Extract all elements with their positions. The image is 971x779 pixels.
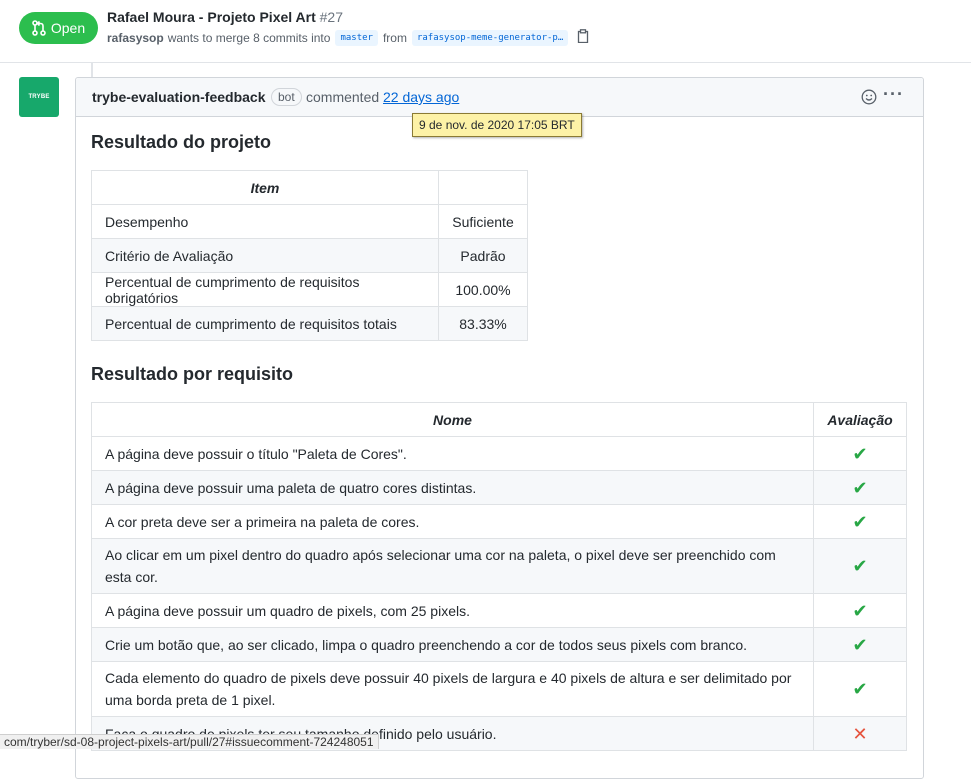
requirement-name: A página deve possuir uma paleta de quat…	[91, 470, 814, 505]
result-heading: Resultado do projeto	[91, 132, 271, 152]
head-branch[interactable]: rafasysop-meme-generator-p…	[411, 29, 569, 46]
bot-label: bot	[271, 88, 302, 106]
table-row: Desempenho Suficiente	[91, 204, 528, 239]
check-icon: ✔	[813, 627, 907, 662]
result-header-value	[438, 170, 528, 205]
table-row: Critério de Avaliação Padrão	[91, 238, 528, 273]
avatar[interactable]: TRYBE	[19, 77, 59, 117]
table-row: A página deve possuir um quadro de pixel…	[91, 593, 907, 628]
result-item: Critério de Avaliação	[91, 238, 439, 273]
result-header-item: Item	[91, 170, 439, 205]
cross-icon: ✕	[813, 716, 907, 751]
result-item: Percentual de cumprimento de requisitos …	[91, 272, 439, 307]
result-value: Padrão	[438, 238, 528, 273]
clipboard-icon[interactable]	[577, 29, 589, 46]
pr-number: #27	[319, 9, 343, 25]
requirements-header-name: Nome	[91, 402, 814, 437]
result-value: Suficiente	[438, 204, 528, 239]
result-item: Desempenho	[91, 204, 439, 239]
header-divider	[0, 62, 971, 63]
pr-state-label: Open	[50, 20, 86, 36]
table-row: Ao clicar em um pixel dentro do quadro a…	[91, 538, 907, 594]
timestamp-tooltip: 9 de nov. de 2020 17:05 BRT	[412, 113, 582, 137]
browser-status-bar: com/tryber/sd-08-project-pixels-art/pull…	[0, 734, 379, 749]
requirement-name: Crie um botão que, ao ser clicado, limpa…	[91, 627, 814, 662]
comment-timestamp-link[interactable]: 22 days ago	[383, 89, 459, 105]
requirements-table: Nome Avaliação A página deve possuir o t…	[91, 402, 907, 751]
more-options-icon[interactable]: ···	[883, 84, 904, 105]
table-row: A cor preta deve ser a primeira na palet…	[91, 504, 907, 539]
table-row: Crie um botão que, ao ser clicado, limpa…	[91, 627, 907, 662]
requirement-name: A página deve possuir o título "Paleta d…	[91, 436, 814, 471]
table-row: A página deve possuir o título "Paleta d…	[91, 436, 907, 471]
table-row: Percentual de cumprimento de requisitos …	[91, 272, 528, 307]
table-row: A página deve possuir uma paleta de quat…	[91, 470, 907, 505]
requirements-heading: Resultado por requisito	[91, 364, 294, 384]
check-icon: ✔	[813, 504, 907, 539]
requirements-header-evaluation: Avaliação	[813, 402, 907, 437]
result-table: Item Desempenho Suficiente Critério de A…	[91, 170, 528, 341]
check-icon: ✔	[813, 661, 907, 717]
requirement-name: A cor preta deve ser a primeira na palet…	[91, 504, 814, 539]
timeline-line	[91, 63, 93, 77]
pr-author-link[interactable]: rafasysop	[107, 31, 164, 45]
requirement-name: Ao clicar em um pixel dentro do quadro a…	[91, 538, 814, 594]
check-icon: ✔	[813, 538, 907, 594]
pr-meta: rafasysop wants to merge 8 commits into …	[107, 29, 589, 46]
result-value: 100.00%	[438, 272, 528, 307]
comment-header: trybe-evaluation-feedback bot commented …	[76, 78, 923, 117]
check-icon: ✔	[813, 593, 907, 628]
pr-state-badge: Open	[19, 12, 98, 44]
result-value: 83.33%	[438, 306, 528, 341]
pr-title-text: Rafael Moura - Projeto Pixel Art	[107, 9, 316, 25]
pr-title: Rafael Moura - Projeto Pixel Art #27	[107, 9, 343, 25]
requirement-name: Cada elemento do quadro de pixels deve p…	[91, 661, 814, 717]
commented-text: commented	[306, 89, 380, 105]
check-icon: ✔	[813, 470, 907, 505]
smiley-icon[interactable]	[861, 89, 877, 110]
result-item: Percentual de cumprimento de requisitos …	[91, 306, 439, 341]
base-branch[interactable]: master	[335, 29, 378, 46]
git-pull-request-icon	[32, 20, 46, 36]
check-icon: ✔	[813, 436, 907, 471]
merge-text: wants to merge 8 commits into	[167, 30, 331, 45]
requirement-name: A página deve possuir um quadro de pixel…	[91, 593, 814, 628]
from-text: from	[382, 30, 407, 45]
table-row: Cada elemento do quadro de pixels deve p…	[91, 661, 907, 717]
table-row: Percentual de cumprimento de requisitos …	[91, 306, 528, 341]
comment-author[interactable]: trybe-evaluation-feedback	[92, 89, 266, 105]
